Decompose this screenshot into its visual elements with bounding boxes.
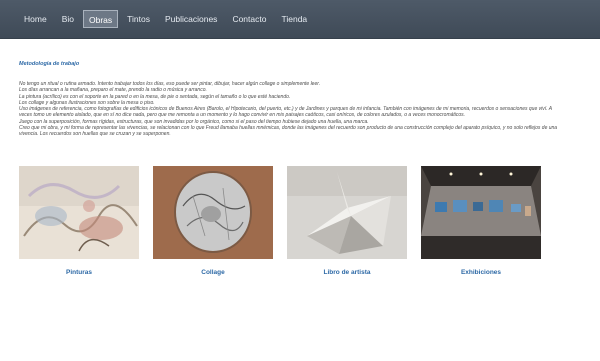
section-title: Metodología de trabajo: [19, 61, 80, 67]
nav-item-publicaciones[interactable]: Publicaciones: [159, 10, 223, 28]
paragraph-freud: Creo que mi obra, y mi forma de represen…: [19, 125, 558, 138]
folded-paper-sculpture-thumbnail[interactable]: [287, 166, 407, 259]
gallery-caption-libro-de-artista[interactable]: Libro de artista: [287, 269, 407, 276]
nav-item-tienda[interactable]: Tienda: [275, 10, 313, 28]
works-gallery: Pinturas Collage Libro de artista Exhibi…: [19, 166, 541, 276]
painting-thumbnail[interactable]: [19, 166, 139, 259]
nav-item-contacto[interactable]: Contacto: [226, 10, 272, 28]
nav-item-obras[interactable]: Obras: [82, 10, 119, 28]
gallery-caption-exhibiciones[interactable]: Exhibiciones: [421, 269, 541, 276]
nav-menu: Home Bio Obras Tintos Publicaciones Cont…: [18, 10, 316, 28]
gallery-card-exhibiciones[interactable]: Exhibiciones: [421, 166, 541, 276]
top-navbar: Home Bio Obras Tintos Publicaciones Cont…: [0, 0, 600, 39]
circular-collage-thumbnail[interactable]: [153, 166, 273, 259]
gallery-card-pinturas[interactable]: Pinturas: [19, 166, 139, 276]
main-content: Metodología de trabajo No tengo un ritua…: [19, 61, 561, 138]
gallery-exhibition-thumbnail[interactable]: [421, 166, 541, 259]
gallery-caption-pinturas[interactable]: Pinturas: [19, 269, 139, 276]
gallery-card-collage[interactable]: Collage: [153, 166, 273, 276]
nav-item-tintos[interactable]: Tintos: [121, 10, 156, 28]
nav-item-bio[interactable]: Bio: [56, 10, 80, 28]
gallery-card-libro-de-artista[interactable]: Libro de artista: [287, 166, 407, 276]
paragraph-references: Uso imágenes de referencia, como fotogra…: [19, 106, 552, 119]
gallery-caption-collage[interactable]: Collage: [153, 269, 273, 276]
nav-item-home[interactable]: Home: [18, 10, 53, 28]
